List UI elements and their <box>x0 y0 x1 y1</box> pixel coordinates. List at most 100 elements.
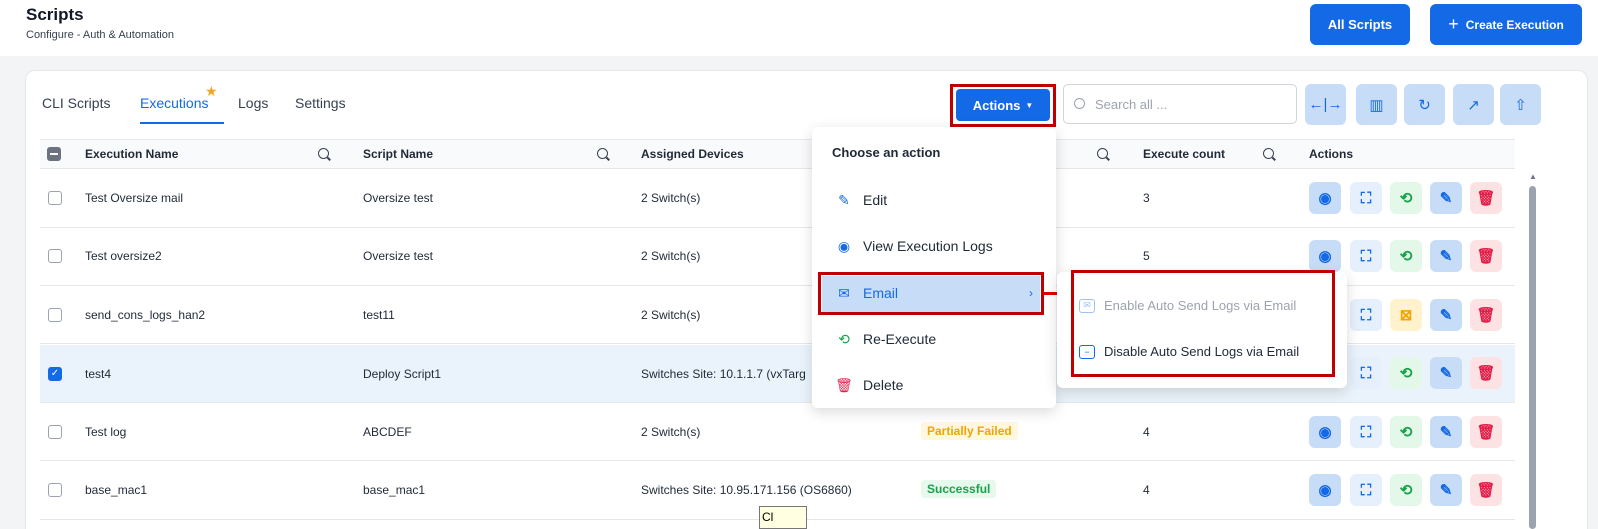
mail-icon: ✉ <box>838 284 850 301</box>
expand-icon: ⛶ <box>1360 423 1372 441</box>
menu-item-email[interactable]: ✉ Email <box>835 284 898 302</box>
plus-icon: + <box>1448 14 1459 34</box>
search-icon[interactable] <box>1097 148 1108 159</box>
table-row[interactable] <box>40 403 1515 461</box>
tooltip: Cl <box>759 506 807 529</box>
delete-button[interactable]: 🗑 <box>1470 182 1502 214</box>
trash-icon: 🗑 <box>1476 365 1496 382</box>
execute-count: 3 <box>1143 191 1150 205</box>
submenu-item-label: Disable Auto Send Logs via Email <box>1104 344 1300 359</box>
scroll-up-icon[interactable]: ▲ <box>1529 173 1537 181</box>
vertical-scrollbar[interactable] <box>1529 186 1536 529</box>
submenu-highlight-box <box>1071 270 1335 377</box>
expand-button[interactable]: ⛶ <box>1350 474 1382 506</box>
expand-button[interactable]: ⛶ <box>1350 416 1382 448</box>
re-execute-icon: ⟲ <box>1399 190 1413 207</box>
script-name: Oversize test <box>363 249 434 263</box>
delete-button[interactable]: 🗑 <box>1470 357 1502 389</box>
eye-icon: ◉ <box>1318 190 1332 207</box>
row-checkbox[interactable] <box>48 425 62 439</box>
edit-button[interactable]: ✎ <box>1430 182 1462 214</box>
column-header-assigned-devices[interactable]: Assigned Devices <box>641 147 744 161</box>
assigned-devices: 2 Switch(s) <box>641 425 701 439</box>
expand-button[interactable]: ⛶ <box>1350 357 1382 389</box>
column-resize-button[interactable]: ←|→ <box>1305 84 1346 125</box>
delete-button[interactable]: 🗑 <box>1470 299 1502 331</box>
search-input[interactable]: Search all ... <box>1063 84 1297 124</box>
menu-item-label: View Execution Logs <box>863 238 993 254</box>
expand-button[interactable]: ⛶ <box>1350 182 1382 214</box>
delete-button[interactable]: 🗑 <box>1470 474 1502 506</box>
eye-icon: ◉ <box>837 237 851 254</box>
upload-button[interactable]: ⇧ <box>1500 84 1541 125</box>
edit-icon: ✎ <box>1439 190 1453 207</box>
page-title: Scripts <box>26 5 84 24</box>
row-checkbox[interactable] <box>48 483 62 497</box>
all-scripts-button[interactable]: All Scripts <box>1310 4 1410 45</box>
tab-logs[interactable]: Logs <box>238 95 268 111</box>
trash-icon: 🗑 <box>1476 190 1496 207</box>
re-execute-button[interactable]: ⟲ <box>1390 474 1422 506</box>
edit-icon: ✎ <box>1439 307 1453 324</box>
re-execute-button[interactable]: ⟲ <box>1390 182 1422 214</box>
eye-icon: ◉ <box>1318 482 1332 499</box>
assigned-devices: 2 Switch(s) <box>641 308 701 322</box>
re-execute-button[interactable]: ⟲ <box>1390 357 1422 389</box>
edit-button[interactable]: ✎ <box>1430 357 1462 389</box>
expand-button[interactable]: ⛶ <box>1350 299 1382 331</box>
view-button[interactable]: ◉ <box>1309 240 1341 272</box>
tab-executions[interactable]: Executions <box>140 95 208 111</box>
menu-item-delete[interactable]: 🗑 Delete <box>835 376 903 394</box>
column-header-execution-name[interactable]: Execution Name <box>85 147 178 161</box>
chevron-right-icon: › <box>1029 286 1033 300</box>
select-all-checkbox[interactable] <box>47 147 61 161</box>
minus-box-icon: − <box>1079 344 1095 359</box>
table-row[interactable] <box>40 170 1515 228</box>
row-checkbox[interactable] <box>48 191 62 205</box>
actions-menu-title: Choose an action <box>832 145 941 160</box>
menu-item-edit[interactable]: ✎ Edit <box>835 191 887 209</box>
column-header-script-name[interactable]: Script Name <box>363 147 433 161</box>
re-execute-icon: ⟲ <box>1399 365 1413 382</box>
menu-item-enable-auto-send[interactable]: ✉ Enable Auto Send Logs via Email <box>1079 298 1296 313</box>
column-header-execute-count[interactable]: Execute count <box>1143 147 1225 161</box>
script-name: base_mac1 <box>363 483 426 497</box>
view-button[interactable]: ◉ <box>1309 474 1341 506</box>
menu-item-view-execution-logs[interactable]: ◉ View Execution Logs <box>835 237 993 255</box>
edit-icon: ✎ <box>1439 365 1453 382</box>
menu-item-re-execute[interactable]: ⟲ Re-Execute <box>835 330 936 348</box>
row-checkbox[interactable] <box>48 308 62 322</box>
search-icon[interactable] <box>597 148 608 159</box>
row-checkbox[interactable] <box>48 249 62 263</box>
actions-dropdown-button[interactable]: Actions ▼ <box>956 89 1050 121</box>
create-execution-button[interactable]: + Create Execution <box>1430 4 1582 45</box>
delete-button[interactable]: 🗑 <box>1470 240 1502 272</box>
edit-button[interactable]: ✎ <box>1430 416 1462 448</box>
edit-icon: ✎ <box>838 191 850 208</box>
edit-button[interactable]: ✎ <box>1430 299 1462 331</box>
re-execute-button[interactable]: ⟲ <box>1390 240 1422 272</box>
refresh-button[interactable]: ↻ <box>1404 84 1445 125</box>
expand-icon: ⛶ <box>1360 247 1372 265</box>
open-external-button[interactable]: ↗ <box>1453 84 1494 125</box>
menu-item-disable-auto-send[interactable]: − Disable Auto Send Logs via Email <box>1079 344 1299 359</box>
expand-icon: ⛶ <box>1360 306 1372 324</box>
search-icon[interactable] <box>1263 148 1274 159</box>
edit-button[interactable]: ✎ <box>1430 474 1462 506</box>
re-execute-button[interactable]: ⟲ <box>1390 416 1422 448</box>
expand-button[interactable]: ⛶ <box>1350 240 1382 272</box>
column-layout-button[interactable]: ▥ <box>1356 84 1397 125</box>
actions-label: Actions <box>972 97 1021 113</box>
view-button[interactable]: ◉ <box>1309 416 1341 448</box>
view-button[interactable]: ◉ <box>1309 182 1341 214</box>
trash-icon: 🗑 <box>1476 424 1496 441</box>
tab-settings[interactable]: Settings <box>295 95 346 111</box>
edit-button[interactable]: ✎ <box>1430 240 1462 272</box>
menu-item-label: Delete <box>863 377 904 393</box>
cancel-execution-button[interactable]: ⊠ <box>1390 299 1422 331</box>
search-icon[interactable] <box>318 148 329 159</box>
assigned-devices: 2 Switch(s) <box>641 191 701 205</box>
row-checkbox[interactable]: ✓ <box>48 367 62 381</box>
tab-cli-scripts[interactable]: CLI Scripts <box>42 95 110 111</box>
delete-button[interactable]: 🗑 <box>1470 416 1502 448</box>
